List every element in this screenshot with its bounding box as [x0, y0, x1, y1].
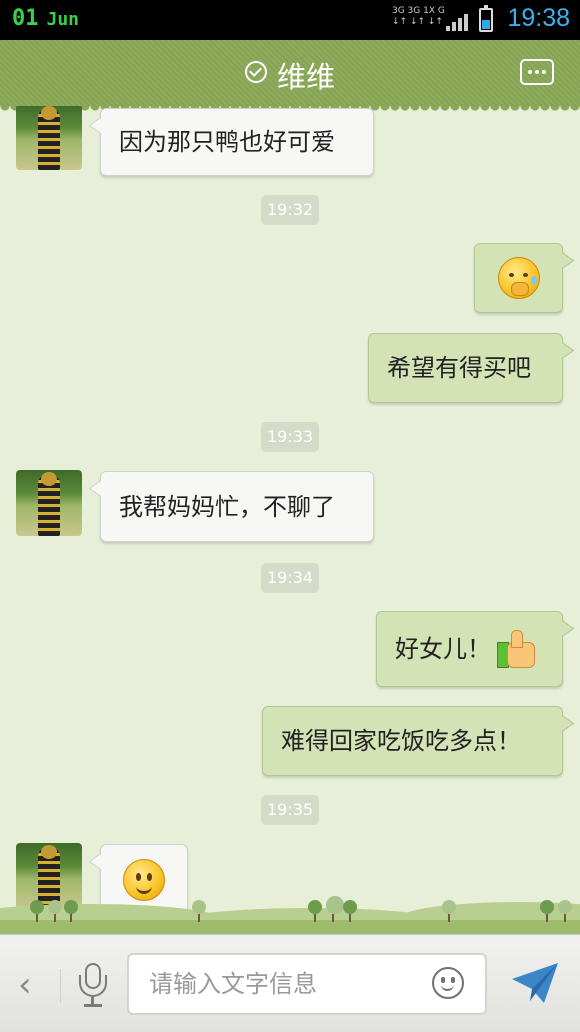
message-input-placeholder: 请输入文字信息: [149, 970, 317, 998]
chat-header: 维维: [0, 40, 580, 112]
message-timestamp: 19:33: [261, 422, 319, 452]
chevron-left-icon[interactable]: ‹: [18, 965, 32, 1005]
sent-message-bubble[interactable]: 难得回家吃饭吃多点！: [262, 706, 563, 776]
message-timestamp: 19:32: [261, 195, 319, 225]
received-message-bubble[interactable]: 我帮妈妈忙，不聊了: [100, 471, 374, 542]
contact-avatar[interactable]: [16, 470, 82, 536]
message-text: 希望有得买吧: [387, 354, 531, 382]
status-date-day: 01: [12, 6, 39, 31]
more-options-button[interactable]: [520, 59, 554, 85]
chat-title-wrap: 维维: [0, 54, 580, 96]
contact-avatar[interactable]: [16, 106, 82, 170]
send-icon[interactable]: [510, 961, 560, 1005]
message-text: 难得回家吃饭吃多点！: [281, 727, 521, 755]
battery-icon: [479, 5, 493, 32]
network-activity-label: ↓↑ ↓↑ ↓↑: [392, 17, 443, 27]
check-circle-icon: [244, 61, 267, 83]
status-date-month: Jun: [46, 9, 80, 30]
signal-strength-icon: [446, 13, 470, 31]
message-timestamp: 19:34: [261, 563, 319, 593]
chat-title: 维维: [276, 60, 335, 94]
network-type-label: 3G 3G 1X G: [392, 6, 445, 16]
sent-message-bubble[interactable]: 希望有得买吧: [368, 333, 563, 403]
received-message-bubble[interactable]: 因为那只鸭也好可爱: [100, 108, 374, 176]
status-date: 01 Jun: [12, 6, 79, 31]
battery-level: [482, 20, 490, 29]
decorative-landscape: [0, 890, 580, 934]
message-timestamp: 19:35: [261, 795, 319, 825]
network-indicator: 3G 3G 1X G ↓↑ ↓↑ ↓↑: [392, 6, 445, 28]
message-text: 因为那只鸭也好可爱: [119, 128, 335, 156]
input-bar: ‹ 请输入文字信息: [0, 934, 580, 1032]
more-icon: [528, 70, 532, 74]
message-list[interactable]: 因为那只鸭也好可爱 19:32 希望有得买吧 19:33 我帮妈妈忙，不聊了 1…: [0, 106, 580, 934]
message-text: 好女儿！: [395, 635, 491, 663]
sent-emoji-bubble[interactable]: [474, 243, 563, 313]
message-text: 我帮妈妈忙，不聊了: [119, 492, 335, 521]
status-bar: 01 Jun 3G 3G 1X G ↓↑ ↓↑ ↓↑ 19:38: [0, 0, 580, 40]
thumbs-up-emoji: [497, 630, 535, 668]
status-time: 19:38: [507, 4, 570, 32]
sent-message-bubble[interactable]: 好女儿！: [376, 611, 563, 687]
microphone-icon[interactable]: [78, 963, 108, 1007]
smiley-icon[interactable]: [432, 967, 464, 999]
divider: [60, 969, 61, 1003]
sad-face-emoji: [497, 257, 540, 299]
